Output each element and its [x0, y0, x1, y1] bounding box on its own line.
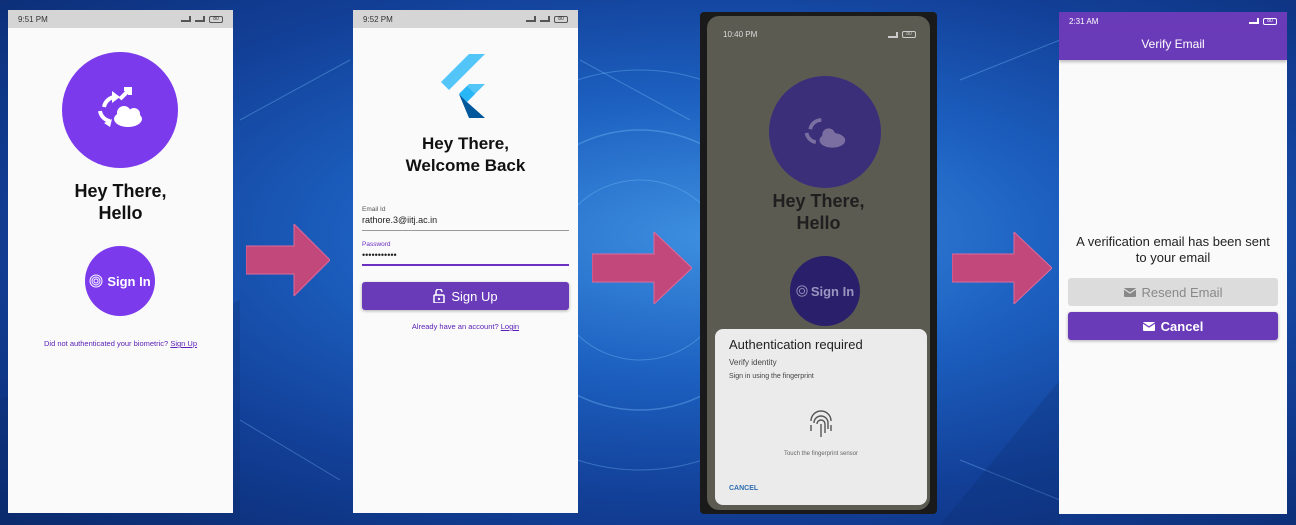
- welcome-heading: Hey There, Welcome Back: [405, 134, 526, 175]
- login-prompt: Already have an account? Login: [411, 322, 520, 331]
- resend-email-button[interactable]: Resend Email: [1068, 278, 1278, 306]
- sign-in-label: Sign In: [810, 283, 855, 299]
- email-value[interactable]: rathore.3@iitj.ac.in: [362, 213, 569, 231]
- app-bar-title: Verify Email: [1059, 30, 1287, 60]
- welcome-heading: Hey There, Hello: [772, 191, 865, 233]
- flow-arrow: [246, 224, 330, 296]
- status-time: 9:51 PM: [18, 14, 48, 24]
- sync-cloud-icon: [804, 118, 846, 148]
- app-logo: [769, 76, 881, 188]
- email-label: Email Id: [362, 206, 386, 213]
- lock-open-icon: [433, 289, 446, 303]
- battery-icon: 80: [554, 15, 568, 23]
- status-icons: 80: [1249, 17, 1277, 25]
- sign-up-button[interactable]: Sign Up: [362, 282, 569, 310]
- status-icons: 80: [526, 15, 568, 23]
- signal-icon: [195, 16, 205, 22]
- phone-screen-verify-email: 2:31 AM 80 Verify Email A verification e…: [1059, 12, 1287, 514]
- battery-icon: 80: [902, 31, 916, 38]
- status-bar: 10:40 PM 80: [723, 30, 916, 39]
- dialog-cancel-button[interactable]: CANCEL: [729, 485, 758, 492]
- flow-arrow: [592, 232, 692, 304]
- sync-cloud-icon: [98, 87, 142, 127]
- signal-icon: [1249, 18, 1259, 24]
- status-bar: 2:31 AM 80: [1059, 12, 1287, 30]
- app-logo: [62, 52, 178, 168]
- mail-icon: [1142, 321, 1155, 331]
- flutter-logo-icon: [441, 54, 485, 118]
- dialog-title: Authentication required: [729, 337, 863, 352]
- dialog-description: Sign in using the fingerprint: [729, 373, 814, 380]
- login-link[interactable]: Login: [501, 322, 519, 331]
- phone-photo-fingerprint-prompt: 10:40 PM 80 Hey There, Hello Sign In Aut…: [700, 12, 937, 514]
- sign-in-button[interactable]: Sign In: [85, 246, 155, 316]
- phone-screen-biometric-login: 9:51 PM 80 Hey There, Hello Sign In Did …: [8, 10, 233, 513]
- welcome-heading: Hey There, Hello: [74, 181, 167, 223]
- fingerprint-icon: [796, 285, 808, 297]
- status-bar: 9:51 PM 80: [8, 10, 233, 28]
- mail-icon: [1123, 287, 1136, 297]
- signal-icon: [181, 16, 191, 22]
- flow-arrow: [952, 232, 1052, 304]
- battery-icon: 80: [1263, 17, 1277, 25]
- status-bar: 9:52 PM 80: [353, 10, 578, 28]
- status-time: 10:40 PM: [723, 30, 758, 39]
- fingerprint-icon[interactable]: [807, 409, 835, 441]
- phone-screen-login-form: 9:52 PM 80 Hey There, Welcome Back Email…: [353, 10, 578, 513]
- signal-icon: [526, 16, 536, 22]
- signal-icon: [888, 31, 898, 38]
- battery-icon: 80: [209, 15, 223, 23]
- sign-in-label: Sign In: [107, 273, 151, 289]
- sign-up-link[interactable]: Sign Up: [170, 339, 197, 348]
- signal-icon: [540, 16, 550, 22]
- status-time: 2:31 AM: [1069, 16, 1099, 26]
- status-icons: 80: [888, 30, 916, 39]
- password-field[interactable]: Password •••••••••••: [362, 241, 569, 266]
- sign-in-button[interactable]: Sign In: [790, 256, 860, 326]
- status-time: 9:52 PM: [363, 14, 393, 24]
- cancel-label: Cancel: [1160, 318, 1204, 334]
- status-icons: 80: [181, 15, 223, 23]
- fingerprint-hint: Touch the fingerprint sensor: [783, 451, 859, 457]
- dimmed-screen: 10:40 PM 80 Hey There, Hello Sign In Aut…: [707, 16, 930, 510]
- signup-prompt: Did not authenticated your biometric? Si…: [43, 339, 198, 348]
- biometric-dialog: Authentication required Verify identity …: [715, 329, 927, 505]
- password-value[interactable]: •••••••••••: [362, 248, 569, 266]
- dialog-subtitle: Verify identity: [729, 358, 777, 367]
- email-field[interactable]: Email Id rathore.3@iitj.ac.in: [362, 206, 569, 231]
- fingerprint-icon: [89, 274, 103, 288]
- password-label: Password: [362, 241, 391, 248]
- sign-up-label: Sign Up: [451, 288, 498, 304]
- cancel-button[interactable]: Cancel: [1068, 312, 1278, 340]
- resend-email-label: Resend Email: [1141, 284, 1223, 300]
- verification-message: A verification email has been sent to yo…: [1076, 234, 1270, 265]
